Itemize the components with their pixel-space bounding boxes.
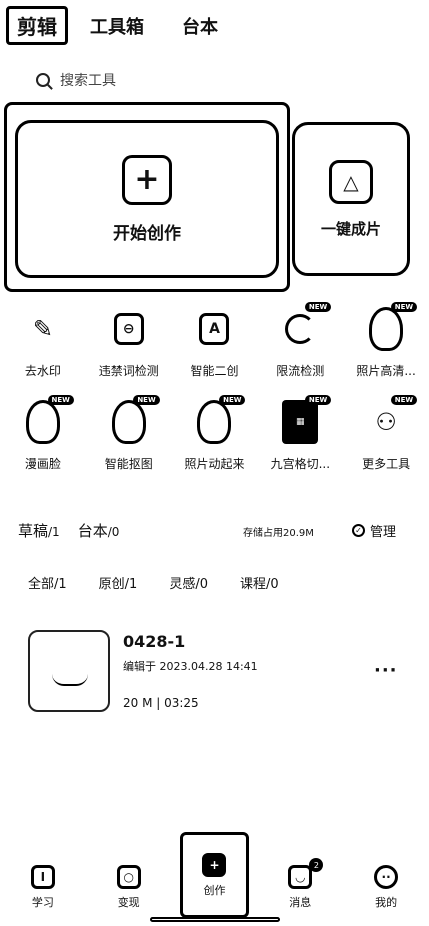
tool-ai-recreate[interactable]: A 智能二创 (172, 304, 258, 379)
tool-photo-animate[interactable]: NEW 照片动起来 (172, 395, 258, 472)
tool-label: 漫画脸 (24, 457, 61, 471)
tool-comic-face[interactable]: NEW 漫画脸 (0, 395, 86, 472)
draft-meta: 20 M | 03:25 (123, 696, 199, 710)
one-click-clip-icon: △ (329, 159, 373, 204)
photo-animate-icon: NEW (191, 395, 246, 447)
ai-recreate-icon: A (191, 304, 237, 354)
tab-drafts[interactable]: 草稿/1 (18, 520, 60, 541)
tool-label: 智能二创 (190, 364, 239, 378)
home-indicator (150, 917, 280, 922)
tool-more[interactable]: ⚇ NEW 更多工具 (343, 395, 429, 472)
manage-button[interactable]: ✓ 管理 (352, 521, 396, 540)
tab-script[interactable]: 台本 (174, 9, 226, 43)
draft-thumbnail (28, 630, 110, 712)
more-options-icon[interactable]: ··· (374, 660, 398, 681)
one-click-clip-button[interactable]: △ 一键成片 (292, 122, 410, 276)
tab-edit[interactable]: 剪辑 (6, 6, 68, 45)
tool-label: 去水印 (24, 364, 61, 378)
tool-label: 违禁词检测 (98, 364, 159, 378)
tool-watermark-remove[interactable]: ✎ 去水印 (0, 304, 86, 379)
nav-profile[interactable]: ·· 我的 (343, 856, 429, 918)
nav-label: 我的 (375, 895, 398, 909)
new-badge: NEW (304, 302, 332, 312)
filter-all[interactable]: 全部/1 (28, 573, 67, 592)
manage-label: 管理 (370, 525, 397, 540)
bottom-nav: I 学习 ○ 变现 + 创作 ◡ 2 消息 ·· 我的 (0, 832, 429, 918)
filter-original[interactable]: 原创/1 (99, 573, 138, 592)
new-badge: NEW (390, 395, 418, 405)
top-tabs: 剪辑 工具箱 台本 (6, 6, 248, 45)
tool-label: 限流检测 (276, 364, 325, 378)
tool-label: 照片动起来 (184, 457, 245, 471)
comic-face-icon: NEW (20, 395, 74, 447)
start-create-label: 开始创作 (113, 223, 181, 244)
new-badge: NEW (47, 395, 74, 405)
tool-label: 智能抠图 (104, 457, 153, 471)
more-tools-icon: ⚇ NEW (363, 395, 418, 447)
draft-item[interactable]: 0428-1 编辑于 2023.04.28 14:41 20 M | 03:25… (28, 630, 418, 712)
create-icon: + (202, 852, 227, 877)
one-click-clip-label: 一键成片 (320, 219, 381, 238)
tool-grid: ✎ 去水印 ⊖ 违禁词检测 A 智能二创 NEW 限流检测 NEW 照片高清..… (0, 302, 429, 472)
search-icon (36, 73, 50, 87)
tab-drafts-count: /1 (48, 525, 60, 539)
tool-label: 九宫格切... (270, 457, 331, 471)
new-badge: NEW (390, 302, 418, 312)
filter-course[interactable]: 课程/0 (240, 573, 279, 592)
profile-icon: ·· (374, 864, 399, 889)
nav-label: 学习 (31, 895, 54, 909)
limit-check-icon: NEW (277, 302, 332, 354)
grid-cut-icon: ▦ NEW (277, 395, 332, 447)
new-badge: NEW (219, 395, 246, 405)
tool-label: 照片高清... (356, 364, 416, 378)
tool-limit-check[interactable]: NEW 限流检测 (257, 302, 343, 379)
tab-scripts[interactable]: 台本/0 (78, 520, 120, 541)
search-bar[interactable]: 搜索工具 (36, 70, 116, 90)
tab-scripts-label: 台本 (77, 522, 108, 540)
monetize-icon: ○ (116, 864, 141, 889)
search-placeholder: 搜索工具 (60, 73, 116, 89)
storage-usage: 存储占用20.9M (243, 528, 314, 539)
tool-grid-cut[interactable]: ▦ NEW 九宫格切... (257, 395, 343, 472)
message-icon: ◡ (288, 864, 313, 889)
tab-toolbox[interactable]: 工具箱 (82, 9, 152, 43)
word-check-icon: ⊖ (106, 304, 152, 354)
photo-hd-icon: NEW (363, 302, 418, 354)
filter-inspiration[interactable]: 灵感/0 (169, 573, 208, 592)
nav-label: 变现 (117, 895, 140, 909)
learn-icon: I (30, 864, 55, 889)
tool-photo-hd[interactable]: NEW 照片高清... (343, 302, 429, 379)
message-badge: 2 (309, 858, 324, 872)
nav-label: 消息 (289, 895, 312, 909)
watermark-remove-icon: ✎ (32, 315, 53, 343)
nav-message[interactable]: ◡ 2 消息 (257, 856, 343, 918)
draft-title: 0428-1 (123, 632, 186, 651)
tab-drafts-label: 草稿 (18, 522, 49, 540)
nav-learn[interactable]: I 学习 (0, 856, 86, 918)
check-circle-icon: ✓ (352, 524, 365, 537)
plus-icon: + (122, 154, 172, 205)
tool-smart-cutout[interactable]: NEW 智能抠图 (86, 395, 172, 472)
new-badge: NEW (133, 395, 160, 405)
new-badge: NEW (304, 395, 332, 405)
start-create-button[interactable]: + 开始创作 (15, 120, 279, 278)
tool-label: 更多工具 (362, 457, 411, 471)
tool-word-check[interactable]: ⊖ 违禁词检测 (86, 304, 172, 379)
draft-filters: 全部/1 原创/1 灵感/0 课程/0 (28, 573, 311, 592)
draft-tabs: 草稿/1 台本/0 (18, 520, 137, 541)
nav-create[interactable]: + 创作 (179, 832, 250, 918)
nav-label: 创作 (203, 883, 226, 897)
tab-scripts-count: /0 (107, 525, 120, 539)
draft-edited-time: 编辑于 2023.04.28 14:41 (123, 660, 258, 673)
smart-cutout-icon: NEW (106, 395, 160, 447)
nav-monetize[interactable]: ○ 变现 (86, 856, 172, 918)
